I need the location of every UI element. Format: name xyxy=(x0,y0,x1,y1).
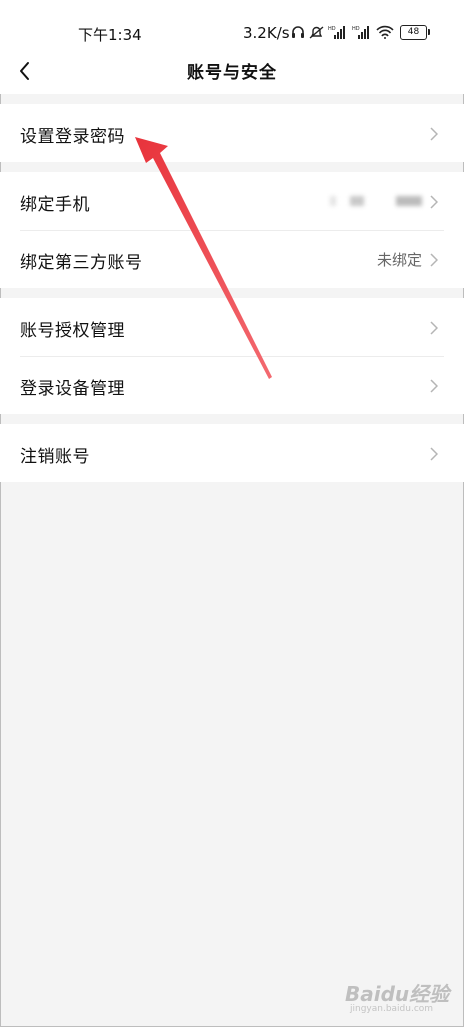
baidu-watermark: Baidu经验 xyxy=(345,978,449,1007)
list-item-label: 绑定第三方账号 xyxy=(20,253,143,273)
status-time: 下午1:34 xyxy=(78,26,142,44)
page-title: 账号与安全 xyxy=(187,63,277,83)
row-divider xyxy=(20,230,444,231)
settings-group-account: 注销账号 xyxy=(0,424,464,482)
list-item-device-management[interactable]: 登录设备管理 xyxy=(0,356,464,414)
list-item-value: 未绑定 xyxy=(376,251,422,269)
mute-icon xyxy=(309,25,324,40)
status-bar: 下午1:34 3.2K/s HD HD 48 xyxy=(0,0,464,48)
settings-group-password: 设置登录密码 xyxy=(0,104,464,162)
list-item-bind-third-party[interactable]: 绑定第三方账号 未绑定 xyxy=(0,230,464,288)
row-divider xyxy=(20,356,444,357)
settings-group-binding: 绑定手机 绑定第三方账号 未绑定 xyxy=(0,172,464,288)
list-item-label: 登录设备管理 xyxy=(20,379,125,399)
chevron-right-icon xyxy=(430,126,439,141)
watermark-text: Baidu经验 xyxy=(345,982,450,1006)
chevron-right-icon xyxy=(430,252,439,267)
chevron-right-icon xyxy=(430,194,439,209)
list-item-bind-phone[interactable]: 绑定手机 xyxy=(0,172,464,230)
list-item-label: 账号授权管理 xyxy=(20,321,125,341)
signal-hd-icon: HD xyxy=(328,25,348,39)
masked-phone-number xyxy=(330,196,422,206)
list-item-auth-management[interactable]: 账号授权管理 xyxy=(0,298,464,356)
chevron-right-icon xyxy=(430,320,439,335)
list-item-label: 设置登录密码 xyxy=(20,127,125,147)
network-speed: 3.2K/s xyxy=(243,24,290,42)
wifi-icon xyxy=(376,25,394,39)
page-header: 账号与安全 xyxy=(0,48,464,94)
list-item-label: 注销账号 xyxy=(20,447,90,467)
battery-icon: 48 xyxy=(400,24,430,40)
settings-group-management: 账号授权管理 登录设备管理 xyxy=(0,298,464,414)
svg-text:HD: HD xyxy=(328,26,336,32)
list-item-delete-account[interactable]: 注销账号 xyxy=(0,424,464,482)
list-item-set-password[interactable]: 设置登录密码 xyxy=(0,104,464,162)
chevron-right-icon xyxy=(430,446,439,461)
signal-hd-icon-2: HD xyxy=(352,25,372,39)
status-icons: HD HD 48 xyxy=(291,22,430,42)
chevron-right-icon xyxy=(430,378,439,393)
headphones-icon xyxy=(291,25,305,39)
list-item-label: 绑定手机 xyxy=(20,195,90,215)
watermark-url: jingyan.baidu.com xyxy=(350,1004,434,1014)
svg-text:HD: HD xyxy=(352,26,360,32)
